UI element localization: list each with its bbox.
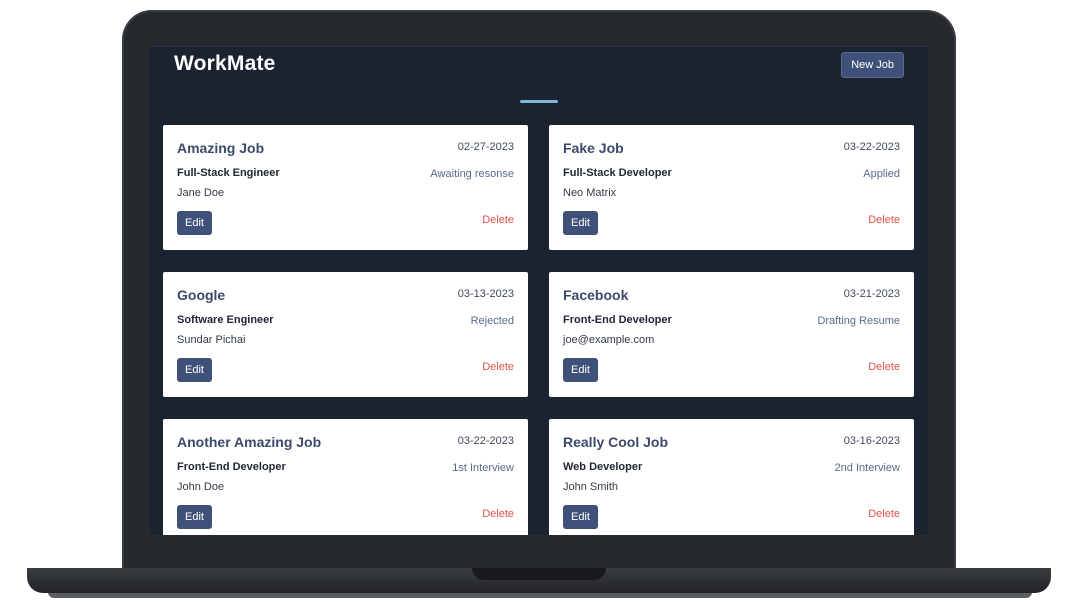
edit-button[interactable]: Edit [177, 358, 212, 382]
job-card: Facebook 03-21-2023 Front-End Developer … [549, 272, 914, 397]
job-date: 03-16-2023 [843, 435, 900, 447]
delete-link[interactable]: Delete [482, 361, 514, 373]
job-company: Fake Job [563, 140, 624, 156]
job-role: Full-Stack Developer [563, 167, 672, 179]
edit-button[interactable]: Edit [177, 505, 212, 529]
job-card: Really Cool Job 03-16-2023 Web Developer… [549, 419, 914, 535]
job-date: 03-22-2023 [843, 141, 900, 153]
title-underline-accent [520, 100, 558, 103]
job-card: Google 03-13-2023 Software Engineer Reje… [163, 272, 528, 397]
app-title: WorkMate [174, 52, 276, 75]
job-contact: Neo Matrix [563, 187, 617, 199]
app-screen: WorkMate New Job Amazing Job 02-27-2023 … [150, 46, 928, 535]
delete-link[interactable]: Delete [482, 214, 514, 226]
job-company: Really Cool Job [563, 434, 669, 450]
job-card: Another Amazing Job 03-22-2023 Front-End… [163, 419, 528, 535]
job-contact: John Smith [563, 481, 619, 493]
job-date: 02-27-2023 [457, 141, 514, 153]
new-job-button[interactable]: New Job [841, 52, 904, 78]
job-contact: joe@example.com [563, 334, 655, 346]
job-role: Web Developer [563, 461, 643, 473]
edit-button[interactable]: Edit [563, 211, 598, 235]
job-status: 2nd Interview [834, 462, 900, 474]
screen-divider [150, 46, 928, 47]
job-status: Applied [863, 168, 900, 180]
job-role: Front-End Developer [177, 461, 286, 473]
job-company: Google [177, 287, 226, 303]
job-status: Awaiting resonse [430, 168, 514, 180]
edit-button[interactable]: Edit [563, 358, 598, 382]
delete-link[interactable]: Delete [482, 508, 514, 520]
job-status: 1st Interview [452, 462, 514, 474]
job-company: Facebook [563, 287, 629, 303]
laptop-notch [472, 568, 606, 580]
job-role: Full-Stack Engineer [177, 167, 280, 179]
delete-link[interactable]: Delete [868, 508, 900, 520]
job-company: Amazing Job [177, 140, 265, 156]
job-contact: Sundar Pichai [177, 334, 246, 346]
job-role: Front-End Developer [563, 314, 672, 326]
edit-button[interactable]: Edit [177, 211, 212, 235]
job-card: Amazing Job 02-27-2023 Full-Stack Engine… [163, 125, 528, 250]
job-date: 03-22-2023 [457, 435, 514, 447]
job-role: Software Engineer [177, 314, 274, 326]
job-card: Fake Job 03-22-2023 Full-Stack Developer… [549, 125, 914, 250]
delete-link[interactable]: Delete [868, 214, 900, 226]
edit-button[interactable]: Edit [563, 505, 598, 529]
job-status: Drafting Resume [817, 315, 900, 327]
job-status: Rejected [470, 315, 514, 327]
job-date: 03-21-2023 [843, 288, 900, 300]
job-company: Another Amazing Job [177, 434, 322, 450]
job-contact: Jane Doe [177, 187, 225, 199]
job-date: 03-13-2023 [457, 288, 514, 300]
delete-link[interactable]: Delete [868, 361, 900, 373]
job-contact: John Doe [177, 481, 225, 493]
laptop-mockup: WorkMate New Job Amazing Job 02-27-2023 … [0, 0, 1080, 608]
